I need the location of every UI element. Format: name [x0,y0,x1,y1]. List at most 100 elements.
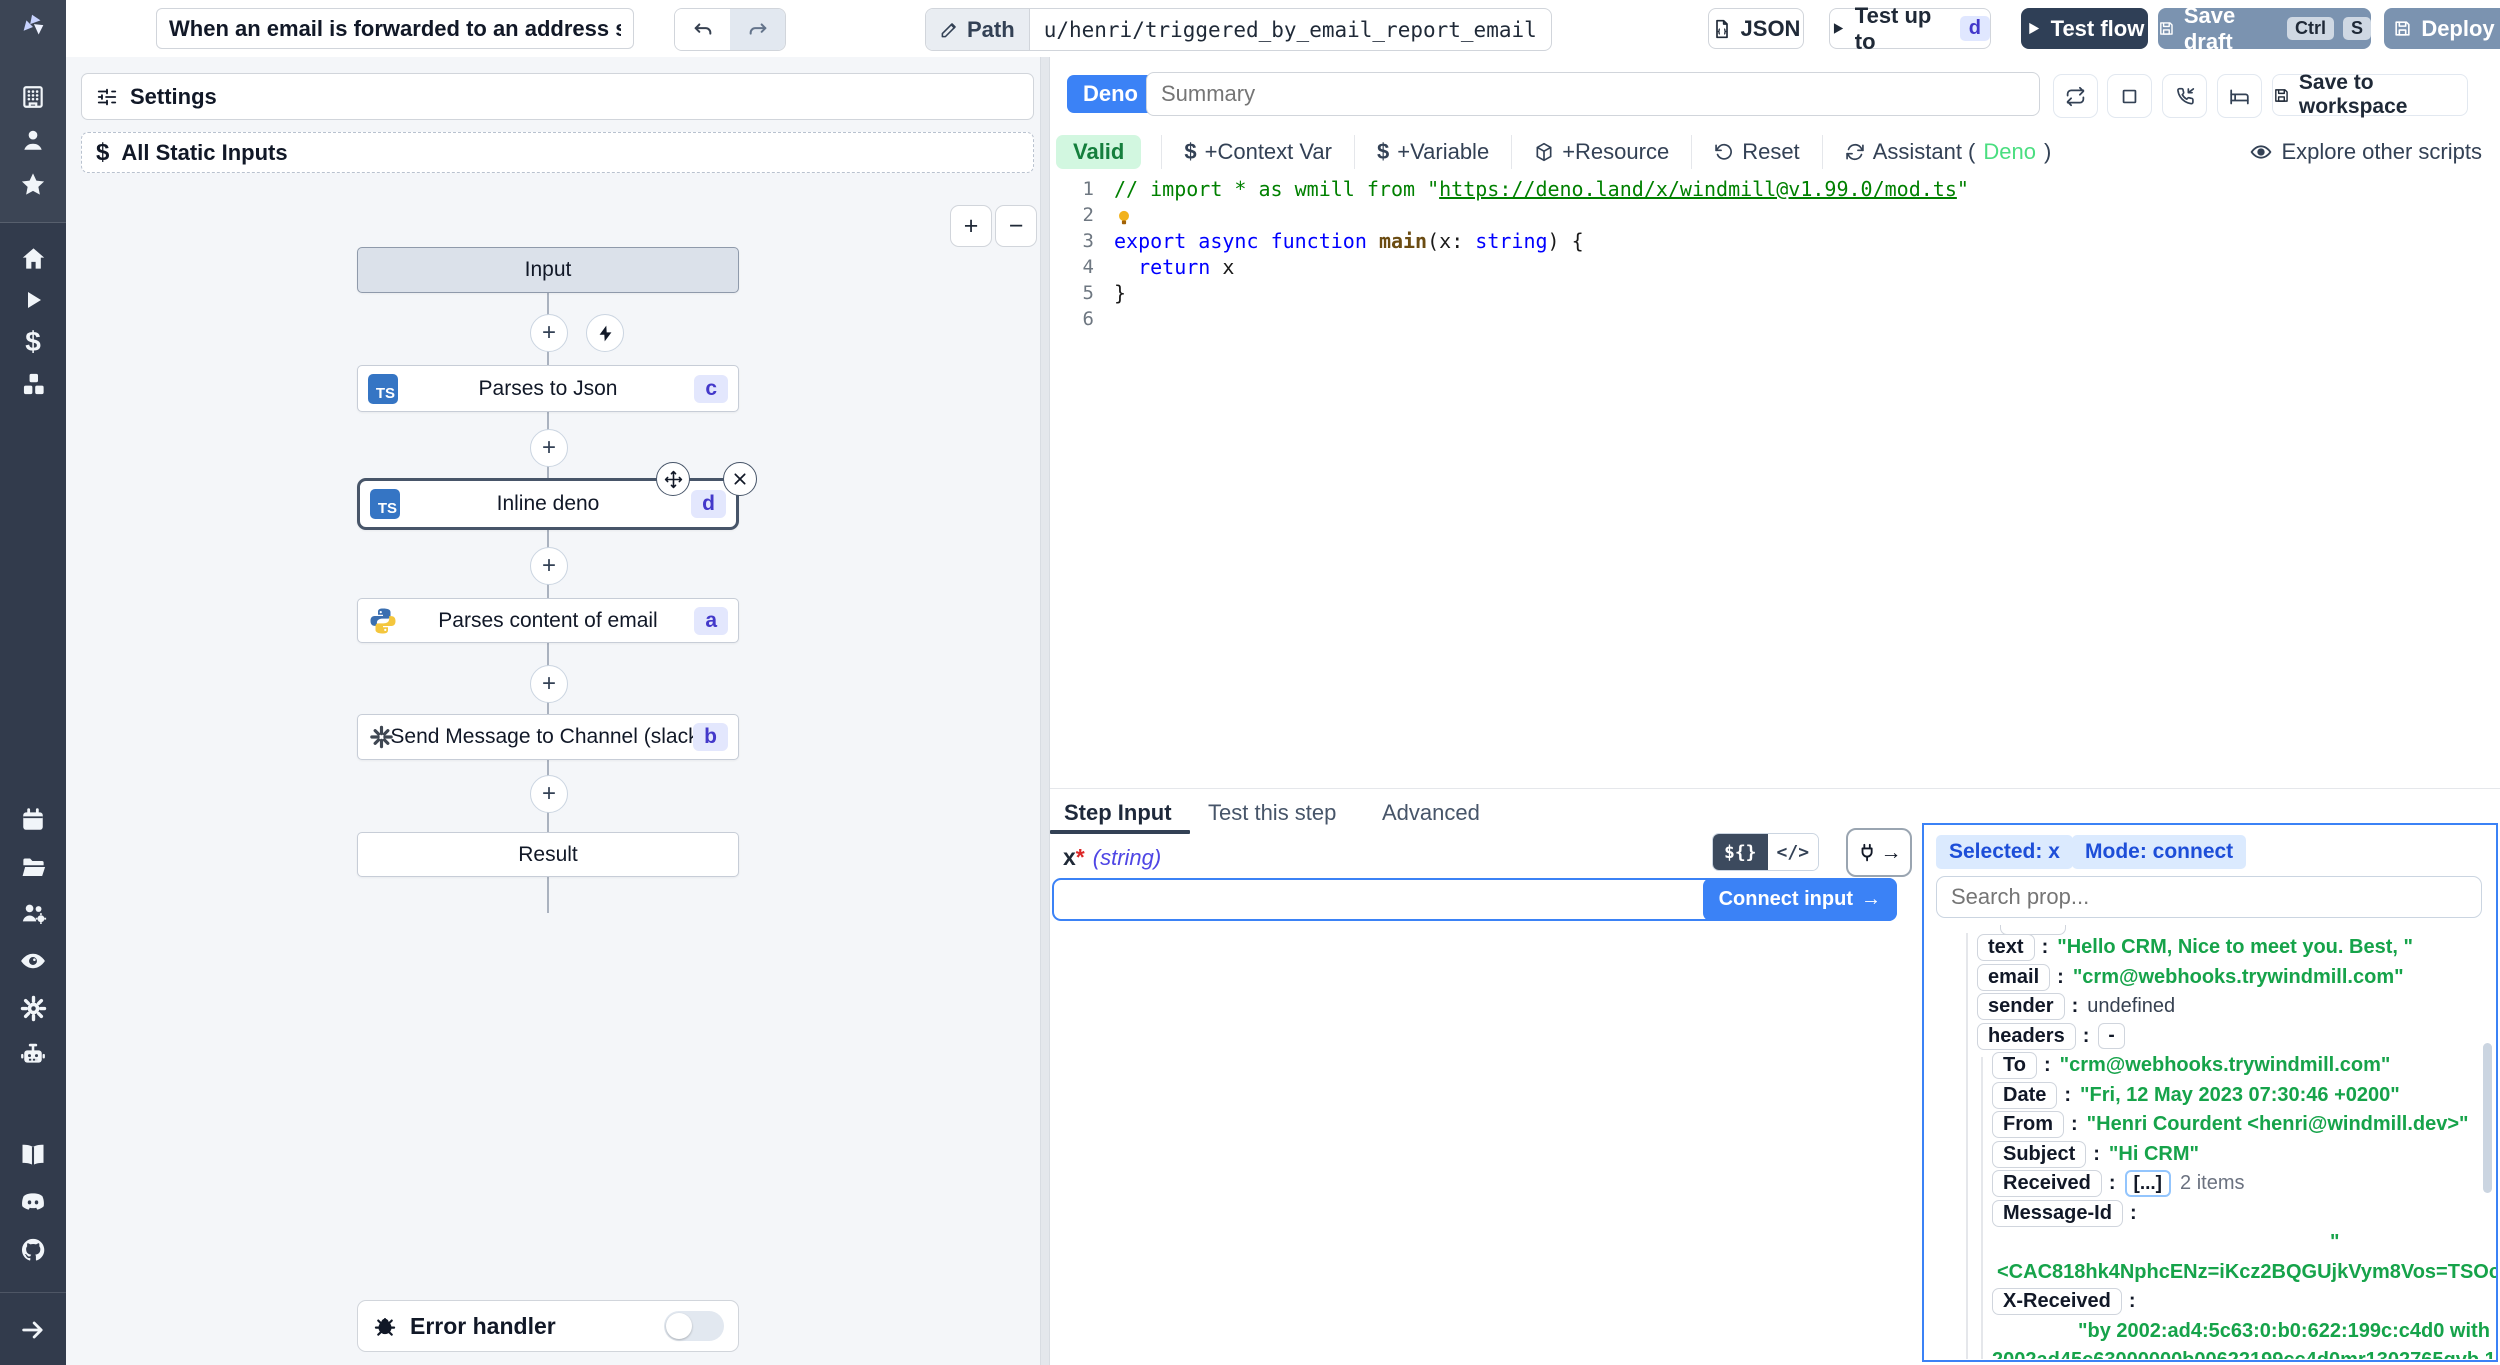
search-prop-input[interactable] [1936,876,2482,918]
book-icon[interactable] [17,1139,49,1171]
prop-key-pill[interactable]: Date [1992,1081,2058,1109]
prop-key-pill[interactable]: From [1992,1111,2064,1139]
folder-icon[interactable] [17,851,49,883]
path-value[interactable]: u/henri/triggered_by_email_report_email [1030,9,1551,50]
arrow-right-icon[interactable] [17,1314,49,1346]
prop-row[interactable]: headers: - [1924,1022,2496,1052]
code-line[interactable]: 2 [1050,202,2500,228]
sync-arrows-button[interactable] [2053,74,2098,118]
users-settings-icon[interactable] [17,897,49,929]
add-step-button[interactable]: + [530,314,568,352]
collapse-button[interactable]: - [2098,1023,2125,1050]
add-resource-button[interactable]: +Resource [1512,134,1691,170]
user-icon[interactable] [17,124,49,156]
prop-value[interactable]: "Hi CRM" [2109,1143,2199,1166]
connect-input-button[interactable]: Connect input → [1702,878,1897,921]
prop-value[interactable]: "Fri, 12 May 2023 07:30:46 +0200" [2080,1084,2400,1107]
flow-node-result[interactable]: Result [357,832,739,877]
graph-zoom-in-button[interactable]: + [950,205,992,247]
prop-row[interactable]: Subject: "Hi CRM" [1924,1140,2496,1170]
prop-row[interactable]: sender: undefined [1924,992,2496,1022]
lightbulb-icon[interactable] [1114,208,1134,228]
flow-node-input[interactable]: Input [357,247,739,293]
json-button[interactable]: JSON [1708,8,1804,49]
flow-node-parses-to-json[interactable]: TS Parses to Json c [357,365,739,412]
flow-settings-button[interactable]: Settings [81,73,1034,120]
add-step-button[interactable]: + [530,775,568,813]
robot-icon[interactable] [17,1039,49,1071]
plug-connect-button[interactable]: → [1846,828,1912,877]
prop-key-pill[interactable]: Message-Id [1992,1199,2123,1227]
language-badge[interactable]: Deno [1067,75,1154,113]
explore-other-scripts-button[interactable]: Explore other scripts [2250,128,2482,176]
tree-scrollbar-thumb[interactable] [2483,1043,2492,1193]
panel-divider[interactable] [1040,57,1050,1365]
prop-row[interactable]: Date: "Fri, 12 May 2023 07:30:46 +0200" [1924,1081,2496,1111]
bed-button[interactable] [2217,74,2262,118]
assistant-button[interactable]: Assistant (Deno) [1823,134,2074,170]
prop-row[interactable]: Received: [...] 2 items [1924,1169,2496,1199]
save-draft-button[interactable]: Save draft Ctrl S [2158,3,2371,54]
code-line[interactable]: 6 [1050,306,2500,332]
prop-key-pill[interactable]: X-Received [1992,1288,2122,1316]
code-line[interactable]: 5} [1050,280,2500,306]
prop-key-pill[interactable]: To [1992,1052,2037,1080]
prop-row[interactable]: To: "crm@webhooks.trywindmill.com" [1924,1051,2496,1081]
delete-step-button[interactable] [723,462,757,496]
boxes-icon[interactable] [17,368,49,400]
argument-value-input[interactable] [1060,883,1754,917]
code-line[interactable]: 1// import * as wmill from "https://deno… [1050,176,2500,202]
tab-advanced[interactable]: Advanced [1382,793,1480,833]
add-step-button[interactable]: + [530,429,568,467]
error-handler-row[interactable]: Error handler [357,1300,739,1352]
test-up-to-button[interactable]: Test up to d [1829,3,1991,54]
prop-key-pill[interactable]: Subject [1992,1140,2087,1168]
add-step-button[interactable]: + [530,665,568,703]
eye-icon[interactable] [17,945,49,977]
prop-key-pill[interactable]: email [1977,963,2051,991]
fullscreen-button[interactable] [2107,74,2152,118]
save-to-workspace-button[interactable]: Save to workspace [2272,71,2468,118]
code-line[interactable]: 4 return x [1050,254,2500,280]
template-mode-segment[interactable]: ${} [1713,834,1768,870]
reset-button[interactable]: Reset [1692,134,1821,170]
undo-button[interactable] [675,9,730,50]
add-step-button[interactable]: + [530,547,568,585]
input-mode-toggle[interactable]: ${} </> [1712,833,1820,871]
error-handler-toggle[interactable] [664,1311,724,1341]
github-icon[interactable] [17,1234,49,1266]
calendar-icon[interactable] [17,804,49,836]
path-field-group[interactable]: Path u/henri/triggered_by_email_report_e… [925,8,1552,51]
prop-row[interactable]: text: "Hello CRM, Nice to meet you. Best,… [1924,933,2496,963]
discord-icon[interactable] [17,1186,49,1218]
prop-value-line[interactable]: " [1924,1228,2496,1258]
star-icon[interactable] [17,169,49,201]
prop-value-line[interactable]: <CAC818hk4NphcENz=iKcz2BQGUjkVym8Vos=TSO… [1924,1258,2496,1288]
prop-key-pill[interactable]: text [1977,934,2035,962]
trigger-bolt-button[interactable] [586,314,624,352]
add-variable-button[interactable]: $ +Variable [1355,134,1511,170]
building-icon[interactable] [17,81,49,113]
tab-test-this-step[interactable]: Test this step [1208,793,1336,833]
prop-value-line[interactable]: 2002ad45c63000000b00622199cc4d0mr1302765… [1924,1346,2496,1359]
prop-key-pill[interactable]: sender [1977,993,2065,1021]
dollar-icon[interactable]: $ [17,326,49,358]
prop-value-line[interactable]: "by 2002:ad4:5c63:0:b0:622:199c:c4d0 wit… [1924,1317,2496,1347]
flow-node-parses-content[interactable]: Parses content of email a [357,598,739,643]
summary-input[interactable] [1146,72,2040,116]
code-line[interactable]: 3 export async function main(x: string) { [1050,228,2500,254]
move-step-handle[interactable] [656,462,690,496]
phone-incoming-button[interactable] [2162,74,2207,118]
prop-value[interactable]: "Hello CRM, Nice to meet you. Best, " [2057,936,2413,959]
windmill-logo-icon[interactable] [17,10,49,42]
prop-value[interactable]: "crm@webhooks.trywindmill.com" [2073,966,2404,989]
add-context-var-button[interactable]: $ +Context Var [1162,134,1354,170]
flow-title-input[interactable] [156,8,634,49]
redo-button[interactable] [730,9,785,50]
prop-value[interactable]: "Henri Courdent <henri@windmill.dev>" [2087,1113,2469,1136]
deploy-button[interactable]: Deploy [2384,8,2500,49]
prop-row[interactable]: Message-Id: [1924,1199,2496,1229]
gear-icon[interactable] [17,992,49,1024]
array-expand-button[interactable]: [...] [2124,1170,2172,1198]
all-static-inputs-button[interactable]: $ All Static Inputs [81,132,1034,173]
